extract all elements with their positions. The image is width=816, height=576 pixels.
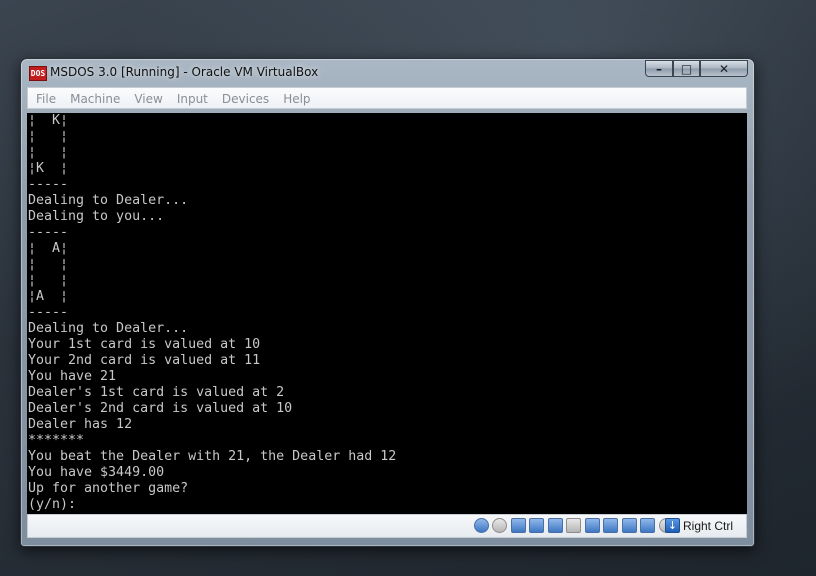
console-line: ----- (28, 305, 69, 320)
console-line: ¦ A¦ (28, 241, 69, 256)
console-line: ¦ ¦ (28, 257, 69, 272)
console-line: Dealer has 12 (28, 417, 133, 432)
console-line: ¦ ¦ (28, 129, 69, 144)
console-line: Dealing to Dealer... (28, 193, 189, 208)
console-line: (y/n): (28, 497, 77, 512)
console-line: Up for another game? (28, 481, 189, 496)
console-line: ----- (28, 225, 69, 240)
console-line: ¦K ¦ (28, 161, 69, 176)
menu-devices[interactable]: Devices (216, 89, 275, 109)
optical-drive-icon[interactable] (492, 518, 507, 533)
console-line: ¦ ¦ (28, 145, 69, 160)
close-icon: ✕ (718, 62, 730, 76)
console-line: ¦A ¦ (28, 289, 69, 304)
console-line: ******* (28, 433, 85, 448)
status-bar: ↓ Right Ctrl (27, 514, 747, 538)
console-line: ----- (28, 177, 69, 192)
menu-view[interactable]: View (128, 89, 168, 109)
console-line: Dealer's 1st card is valued at 2 (28, 385, 285, 400)
msdos-app-icon: DOS (29, 66, 47, 81)
audio-icon[interactable] (529, 518, 544, 533)
menu-machine[interactable]: Machine (64, 89, 126, 109)
vm-screen[interactable]: ¦ K¦ ¦ ¦ ¦ ¦ ¦K ¦ ----- Dealing to Dealer... D… (27, 113, 747, 514)
menu-input[interactable]: Input (171, 89, 214, 109)
minimize-icon: – (656, 62, 662, 76)
menu-bar: File Machine View Input Devices Help (27, 87, 747, 109)
console-line: ¦ K¦ (28, 113, 69, 128)
menu-help[interactable]: Help (277, 89, 316, 109)
cpu-virtualization-icon (640, 518, 655, 533)
console-line: Your 2nd card is valued at 11 (28, 353, 261, 368)
floppy-icon[interactable] (511, 518, 526, 533)
console-line: You have 21 (28, 369, 117, 384)
console-line: Dealing to Dealer... (28, 321, 189, 336)
console-line: Dealing to you... (28, 209, 165, 224)
host-key-icon: ↓ (665, 518, 680, 533)
video-capture-icon[interactable] (622, 518, 637, 533)
title-bar[interactable]: DOS MSDOS 3.0 [Running] - Oracle VM Virt… (21, 59, 754, 86)
minimize-button[interactable]: – (645, 60, 673, 77)
console-line: Your 1st card is valued at 10 (28, 337, 261, 352)
console-line: You beat the Dealer with 21, the Dealer … (28, 449, 397, 464)
hard-disk-icon[interactable] (474, 518, 489, 533)
console-line: You have $3449.00 (28, 465, 165, 480)
console-line: Dealer's 2nd card is valued at 10 (28, 401, 293, 416)
display-icon[interactable] (603, 518, 618, 533)
maximize-icon: □ (680, 62, 693, 76)
maximize-button[interactable]: □ (673, 60, 700, 77)
close-button[interactable]: ✕ (700, 60, 748, 77)
dos-console: ¦ K¦ ¦ ¦ ¦ ¦ ¦K ¦ ----- Dealing to Dealer... D… (28, 113, 396, 513)
window-title: MSDOS 3.0 [Running] - Oracle VM VirtualB… (50, 65, 319, 79)
shared-folders-icon[interactable] (585, 518, 600, 533)
console-line: ¦ ¦ (28, 273, 69, 288)
usb-icon[interactable] (566, 518, 581, 533)
virtualbox-window: DOS MSDOS 3.0 [Running] - Oracle VM Virt… (20, 58, 755, 547)
menu-file[interactable]: File (30, 89, 62, 109)
network-icon[interactable] (548, 518, 563, 533)
host-key-label: Right Ctrl (683, 519, 734, 533)
